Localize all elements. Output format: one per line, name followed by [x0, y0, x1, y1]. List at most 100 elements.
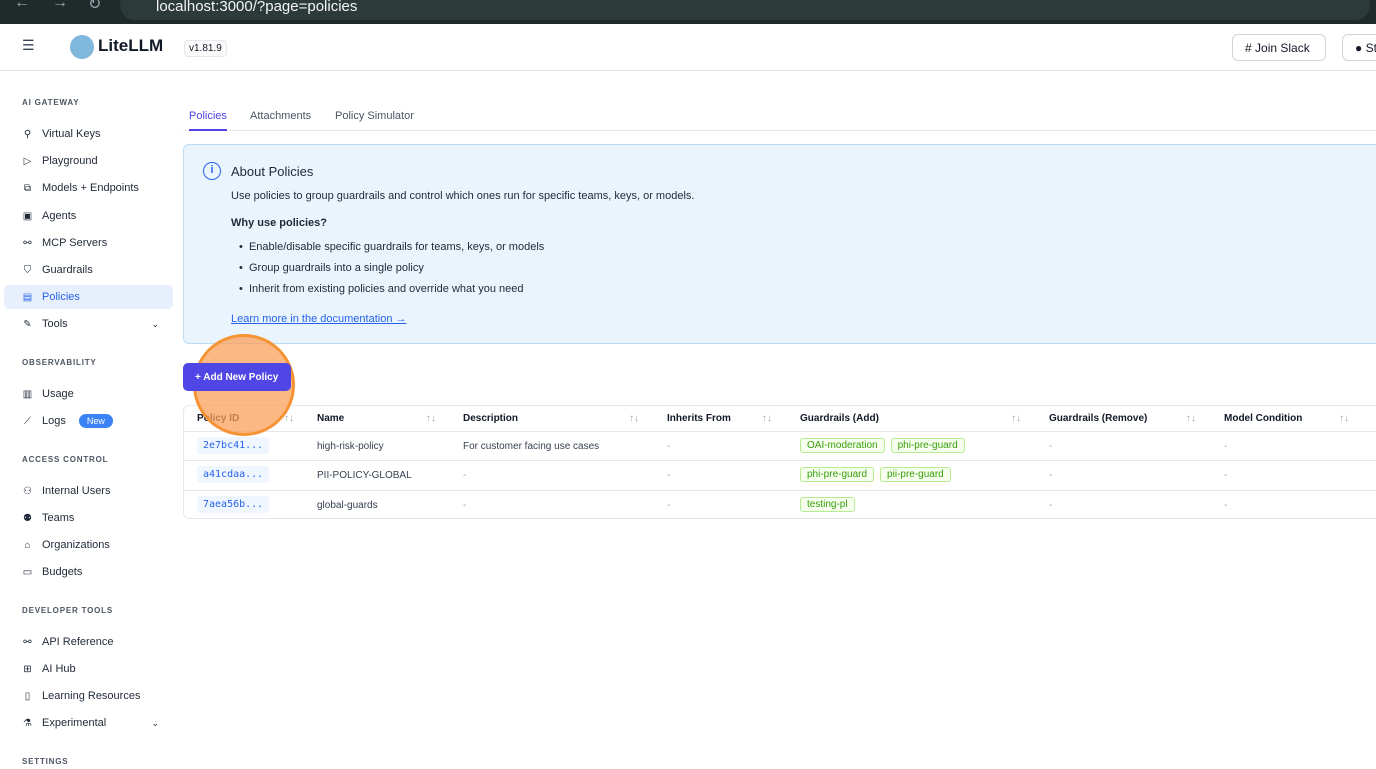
sidebar-item-learning-resources[interactable]: ▯ Learning Resources — [4, 684, 173, 708]
sidebar-item-organizations[interactable]: ⌂ Organizations — [4, 533, 173, 557]
top-header: ☰ LiteLLM v1.81.9 # Join Slack ● Star — [0, 24, 1376, 71]
sidebar-item-teams[interactable]: ⚉ Teams — [4, 506, 173, 530]
about-policies-alert: i About Policies Use policies to group g… — [183, 144, 1376, 344]
bullet-text: Group guardrails into a single policy — [248, 262, 424, 274]
agent-icon: ▣ — [22, 210, 33, 222]
column-header[interactable]: Guardrails (Remove) — [1049, 413, 1147, 424]
model-condition: - — [1224, 441, 1228, 452]
url-bar[interactable]: localhost:3000/?page=policies — [120, 0, 1370, 20]
api-icon: ⚯ — [23, 636, 32, 648]
sidebar-item-guardrails[interactable]: ⛉ Guardrails — [4, 258, 173, 282]
sort-icon[interactable]: ↑↓ — [762, 413, 772, 424]
guardrail-tag: phi-pre-guard — [800, 467, 875, 482]
wallet-icon: ▭ — [22, 566, 33, 578]
sidebar-item-tools[interactable]: ✎ Tools ⌄ — [4, 312, 173, 336]
column-header[interactable]: Model Condition — [1224, 413, 1302, 424]
chevron-down-icon: ⌄ — [151, 318, 159, 329]
menu-toggle-icon[interactable]: ☰ — [22, 37, 35, 54]
tab-attachments[interactable]: Attachments — [250, 110, 311, 122]
table-row[interactable]: 2e7bc41... high-risk-policy For customer… — [184, 431, 1376, 460]
join-slack-button[interactable]: # Join Slack — [1232, 34, 1326, 61]
sidebar-item-models[interactable]: ⧉ Models + Endpoints — [4, 176, 173, 200]
sidebar-item-ai-hub[interactable]: ⊞ AI Hub — [4, 657, 173, 681]
sidebar-item-label: Usage — [42, 388, 74, 400]
policy-id[interactable]: 7aea56b... — [197, 496, 270, 513]
sidebar-item-label: Learning Resources — [42, 690, 141, 702]
chevron-down-icon: ⌄ — [151, 717, 159, 728]
add-new-policy-button[interactable]: + Add New Policy — [183, 363, 291, 391]
table-row[interactable]: a41cdaa... PII-POLICY-GLOBAL - - phi-pre… — [184, 460, 1376, 489]
sort-icon[interactable]: ↑↓ — [426, 413, 436, 424]
wrench-icon: ✎ — [23, 318, 32, 330]
sidebar-item-virtual-keys[interactable]: ⚲ Virtual Keys — [4, 122, 173, 146]
github-icon: ● — [1355, 41, 1363, 55]
sidebar-item-usage[interactable]: ▥ Usage — [4, 382, 173, 406]
tab-policy-simulator[interactable]: Policy Simulator — [335, 110, 414, 122]
sort-icon[interactable]: ↑↓ — [629, 413, 639, 424]
column-header[interactable]: Guardrails (Add) — [800, 413, 879, 424]
bullet-item: • Enable/disable specific guardrails for… — [239, 241, 545, 253]
info-icon: i — [203, 162, 221, 180]
table-row[interactable]: 7aea56b... global-guards - - testing-pl … — [184, 490, 1376, 519]
github-label: Star — [1365, 41, 1376, 55]
column-header[interactable]: Inherits From — [667, 413, 731, 424]
logo-icon — [70, 35, 94, 59]
inherits-from: - — [667, 470, 671, 481]
sort-icon[interactable]: ↑↓ — [284, 413, 294, 424]
guardrail-tag: pii-pre-guard — [880, 467, 951, 482]
policy-icon: ▤ — [22, 291, 33, 303]
sidebar-item-internal-users[interactable]: ⚇ Internal Users — [4, 479, 173, 503]
model-condition: - — [1224, 500, 1228, 511]
section-title: DEVELOPER TOOLS — [22, 606, 113, 615]
sidebar-item-agents[interactable]: ▣ Agents — [4, 204, 173, 228]
forward-icon[interactable]: → — [52, 0, 68, 12]
sidebar-item-label: Models + Endpoints — [42, 182, 139, 194]
policies-table: Policy ID ↑↓ Name ↑↓ Description ↑↓ Inherit… — [183, 405, 1376, 519]
guardrails-remove: - — [1049, 441, 1053, 452]
key-icon: ⚲ — [23, 128, 32, 140]
sidebar-item-playground[interactable]: ▷ Playground — [4, 149, 173, 173]
bank-icon: ⌂ — [24, 539, 31, 551]
column-header[interactable]: Name — [317, 413, 344, 424]
sidebar-item-budgets[interactable]: ▭ Budgets — [4, 560, 173, 584]
sidebar-item-label: MCP Servers — [42, 237, 108, 249]
documentation-link[interactable]: Learn more in the documentation → — [231, 313, 407, 325]
policy-description: - — [463, 500, 467, 511]
sidebar-item-label: Tools — [42, 318, 68, 330]
sidebar-item-experimental[interactable]: ⚗ Experimental ⌄ — [4, 711, 173, 735]
sidebar-item-api-reference[interactable]: ⚯ API Reference — [4, 630, 173, 654]
policy-id[interactable]: 2e7bc41... — [197, 437, 270, 454]
column-header[interactable]: Policy ID — [197, 413, 239, 424]
sort-icon[interactable]: ↑↓ — [1011, 413, 1021, 424]
sidebar-item-mcp-servers[interactable]: ⚯ MCP Servers — [4, 231, 173, 255]
sort-icon[interactable]: ↑↓ — [1339, 413, 1349, 424]
section-title: AI GATEWAY — [22, 98, 80, 107]
tab-policies[interactable]: Policies — [189, 110, 227, 131]
inherits-from: - — [667, 441, 671, 452]
sidebar-item-label: AI Hub — [42, 663, 76, 675]
policy-description: For customer facing use cases — [463, 441, 600, 452]
sidebar-item-label: Policies — [42, 291, 80, 303]
sidebar-item-label: Virtual Keys — [42, 128, 101, 140]
sidebar-item-label: Playground — [42, 155, 98, 167]
play-icon: ▷ — [23, 155, 32, 167]
book-icon: ▯ — [24, 690, 31, 702]
back-icon[interactable]: ← — [14, 0, 30, 12]
sidebar-item-label: Guardrails — [42, 264, 93, 276]
github-button[interactable]: ● Star — [1342, 34, 1376, 61]
policy-id[interactable]: a41cdaa... — [197, 466, 270, 483]
app-name: LiteLLM — [98, 36, 164, 55]
column-header[interactable]: Description — [463, 413, 518, 424]
sidebar-item-logs[interactable]: ⟋ Logs New — [4, 409, 173, 433]
bullet-item: • Group guardrails into a single policy — [239, 262, 424, 274]
inherits-from: - — [667, 500, 671, 511]
section-title: OBSERVABILITY — [22, 358, 97, 367]
sort-icon[interactable]: ↑↓ — [1186, 413, 1196, 424]
sidebar: AI GATEWAY ⚲ Virtual Keys ▷ Playground ⧉ Mo… — [0, 71, 180, 769]
model-condition: - — [1224, 470, 1228, 481]
sidebar-item-label: Experimental — [42, 717, 107, 729]
guardrails-remove: - — [1049, 470, 1053, 481]
reload-icon[interactable]: ↻ — [88, 0, 101, 14]
url-text: localhost:3000/?page=policies — [156, 0, 358, 15]
sidebar-item-policies[interactable]: ▤ Policies — [4, 285, 173, 309]
